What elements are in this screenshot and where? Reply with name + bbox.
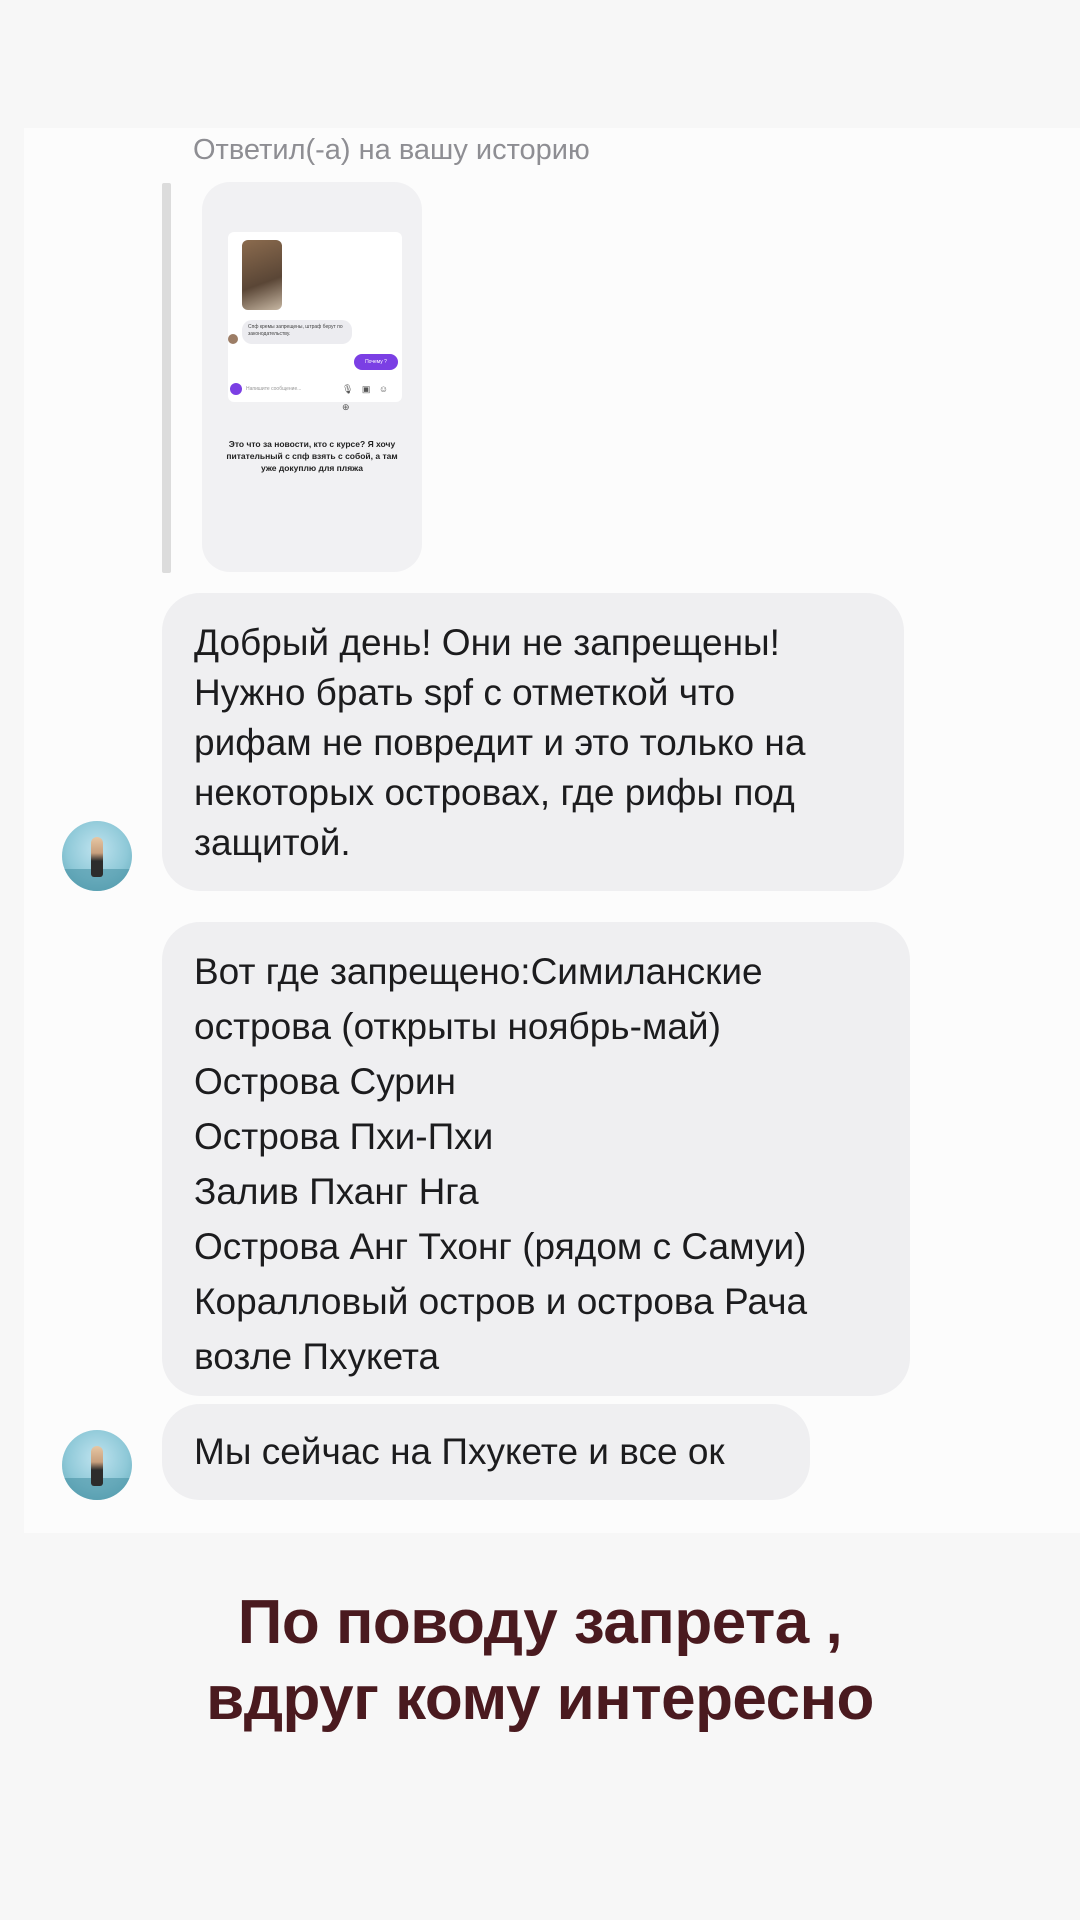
message-text: Добрый день! Они не запрещены! Нужно бра… bbox=[194, 622, 806, 863]
caption-line-2: вдруг кому интересно bbox=[206, 1664, 874, 1733]
story-message-bubble: Спф кремы запрещены, штраф берут по зако… bbox=[242, 320, 352, 344]
message-line: Острова Сурин bbox=[194, 1061, 456, 1102]
message-line: Залив Пханг Нга bbox=[194, 1171, 479, 1212]
story-photo bbox=[242, 240, 282, 310]
story-input-bar: Напишите сообщение... 🎙 ▣ ☺ ⊕ bbox=[230, 380, 400, 412]
message-bubble: Мы сейчас на Пхукете и все ок bbox=[162, 1404, 810, 1500]
sender-avatar[interactable] bbox=[62, 821, 132, 891]
message-line: Острова Пхи-Пхи bbox=[194, 1116, 494, 1157]
message-line: Вот где запрещено:Симиланские bbox=[194, 951, 763, 992]
story-input-placeholder: Напишите сообщение... bbox=[246, 386, 302, 392]
story-screenshot: Спф кремы запрещены, штраф берут по зако… bbox=[228, 232, 402, 412]
message-line: Острова Анг Тхонг (рядом с Самуи) bbox=[194, 1226, 807, 1267]
reply-header: Ответил(-а) на вашу историю bbox=[193, 134, 590, 166]
message-text: Мы сейчас на Пхукете и все ок bbox=[194, 1431, 725, 1472]
message-line: возле Пхукета bbox=[194, 1336, 440, 1377]
story-overlay-caption: По поводу запрета , вдруг кому интересно bbox=[0, 1585, 1080, 1737]
story-avatar bbox=[228, 334, 238, 344]
story-reply-button: Почему ? bbox=[354, 354, 398, 370]
camera-icon bbox=[230, 383, 242, 395]
story-input-icons: 🎙 ▣ ☺ ⊕ bbox=[342, 384, 392, 412]
story-caption: Это что за новости, кто с курсе? Я хочу … bbox=[226, 439, 398, 473]
sender-avatar[interactable] bbox=[62, 1430, 132, 1500]
caption-line-1: По поводу запрета , bbox=[237, 1588, 843, 1657]
reply-indicator-bar bbox=[162, 183, 171, 573]
message-line: Коралловый остров и острова Рача bbox=[194, 1281, 808, 1322]
message-bubble: Вот где запрещено:Симиланские острова (о… bbox=[162, 922, 910, 1396]
story-thumbnail[interactable]: Спф кремы запрещены, штраф берут по зако… bbox=[202, 182, 422, 572]
message-bubble: Добрый день! Они не запрещены! Нужно бра… bbox=[162, 593, 904, 891]
message-line: острова (открыты ноябрь-май) bbox=[194, 1006, 721, 1047]
